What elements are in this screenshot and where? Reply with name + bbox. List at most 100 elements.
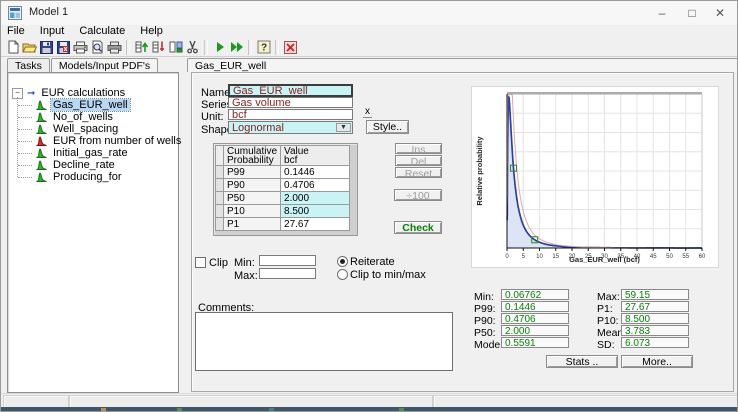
row-selector[interactable] bbox=[216, 218, 224, 231]
row-selector[interactable] bbox=[216, 179, 224, 192]
insert-row-red-icon[interactable] bbox=[150, 39, 167, 56]
row-selector[interactable] bbox=[216, 166, 224, 179]
open-icon[interactable] bbox=[21, 39, 38, 56]
reset-button[interactable]: Reset bbox=[395, 167, 442, 178]
toolbar: ? bbox=[1, 38, 737, 57]
p50-value: 2.000 bbox=[501, 325, 569, 336]
tree-item-no-of-wells[interactable]: No_of_wells bbox=[22, 111, 178, 123]
tree-item-label: EUR from number of wells bbox=[51, 135, 183, 147]
row-selector[interactable] bbox=[216, 192, 224, 205]
tree-item-label: Gas_EUR_well bbox=[51, 99, 130, 111]
run-icon[interactable] bbox=[211, 39, 228, 56]
value-cell[interactable]: 2.000 bbox=[281, 192, 350, 205]
mode-label: Mode: bbox=[474, 339, 503, 351]
maximize-button[interactable]: □ bbox=[677, 1, 707, 25]
tab-tasks[interactable]: Tasks bbox=[7, 58, 50, 72]
table-row: P99 0.1446 bbox=[216, 166, 350, 179]
x-axis-button[interactable]: x bbox=[363, 106, 372, 118]
close-button[interactable]: ✕ bbox=[705, 1, 735, 25]
tab-gas-eur-well[interactable]: Gas_EUR_well bbox=[187, 58, 738, 72]
p99-value: 0.1446 bbox=[501, 301, 569, 312]
ins-button[interactable]: Ins bbox=[395, 143, 442, 154]
clip-min-label: Min: bbox=[234, 257, 255, 269]
chevron-down-icon[interactable]: ▼ bbox=[336, 123, 351, 132]
tree-item-decline-rate[interactable]: Decline_rate bbox=[22, 159, 178, 171]
del-button[interactable]: Del bbox=[395, 155, 442, 166]
value-cell[interactable]: 8.500 bbox=[281, 205, 350, 218]
menu-help[interactable]: Help bbox=[134, 25, 169, 38]
value-cell[interactable]: 0.1446 bbox=[281, 166, 350, 179]
value-header: Valuebcf bbox=[281, 146, 350, 166]
tree-item-producing-for[interactable]: Producing_for bbox=[22, 171, 178, 183]
tree-item-label: No_of_wells bbox=[51, 111, 115, 123]
tree-item-label: Initial_gas_rate bbox=[51, 147, 130, 159]
help-icon[interactable]: ? bbox=[255, 39, 272, 56]
new-icon[interactable] bbox=[4, 39, 21, 56]
minimize-button[interactable]: – bbox=[647, 1, 677, 25]
clip-to-minmax-label: Clip to min/max bbox=[350, 269, 426, 281]
paste-column-icon[interactable] bbox=[167, 39, 184, 56]
app-window: Model 1 – □ ✕ File Input Calculate Help … bbox=[0, 0, 738, 412]
more-button[interactable]: More.. bbox=[621, 355, 693, 368]
stats-button[interactable]: Stats .. bbox=[546, 355, 618, 368]
pdf-curve-plot[interactable]: 051015202530354045505560Gas_EUR_well (bc… bbox=[472, 87, 718, 267]
p90-value: 0.4706 bbox=[501, 313, 569, 324]
value-cell[interactable]: 27.67 bbox=[281, 218, 350, 231]
title-bar: Model 1 – □ ✕ bbox=[1, 1, 737, 26]
green-pdf-icon bbox=[36, 100, 47, 110]
tree-root-row[interactable]: − ➞ EUR calculations bbox=[8, 87, 178, 99]
menu-calculate[interactable]: Calculate bbox=[73, 25, 131, 38]
p10-label: P10: bbox=[597, 315, 619, 327]
print-preview-icon[interactable] bbox=[89, 39, 106, 56]
menu-file[interactable]: File bbox=[1, 25, 31, 38]
clip-min-input[interactable] bbox=[259, 255, 316, 266]
tree-item-eur-from-number-of-wells[interactable]: EUR from number of wells bbox=[22, 135, 178, 147]
value-cell[interactable]: 0.4706 bbox=[281, 179, 350, 192]
tree-item-well-spacing[interactable]: Well_spacing bbox=[22, 123, 178, 135]
divide-100-button[interactable]: ÷100 bbox=[394, 189, 442, 201]
p90-label: P90: bbox=[474, 315, 496, 327]
insert-row-green-icon[interactable] bbox=[133, 39, 150, 56]
menu-input[interactable]: Input bbox=[34, 25, 70, 38]
tree-item-initial-gas-rate[interactable]: Initial_gas_rate bbox=[22, 147, 178, 159]
percentile-table: CumulativeProbability Valuebcf P99 0.144… bbox=[215, 145, 350, 231]
p99-label: P99: bbox=[474, 303, 496, 315]
tree-item-gas-eur-well[interactable]: Gas_EUR_well bbox=[22, 99, 178, 111]
print-icon[interactable] bbox=[72, 39, 89, 56]
calculation-arrow-icon: ➞ bbox=[27, 88, 35, 99]
clip-max-input[interactable] bbox=[259, 268, 316, 279]
reiterate-radio[interactable] bbox=[337, 256, 348, 267]
p10-value: 8.500 bbox=[621, 313, 689, 324]
unit-label: Unit: bbox=[201, 111, 224, 123]
percentile-cell: P10 bbox=[224, 205, 281, 218]
unit-input[interactable] bbox=[228, 109, 353, 120]
table-header-row: CumulativeProbability Valuebcf bbox=[216, 146, 350, 166]
name-input[interactable] bbox=[228, 84, 353, 97]
taskbar-icon bbox=[269, 408, 274, 412]
delete-icon[interactable] bbox=[282, 39, 299, 56]
save-model-icon[interactable] bbox=[55, 39, 72, 56]
save-icon[interactable] bbox=[38, 39, 55, 56]
table-row: P50 2.000 bbox=[216, 192, 350, 205]
taskbar-icon bbox=[101, 408, 106, 412]
shape-dropdown[interactable]: Lognormal ▼ bbox=[228, 121, 353, 134]
comments-textarea[interactable] bbox=[195, 312, 453, 371]
clip-checkbox[interactable] bbox=[195, 257, 206, 268]
clip-to-minmax-radio[interactable] bbox=[337, 269, 348, 280]
tab-models-input-pdfs[interactable]: Models/Input PDF's bbox=[51, 58, 158, 72]
green-pdf-icon bbox=[36, 124, 47, 134]
p1-value: 27.67 bbox=[621, 301, 689, 312]
svg-text:5: 5 bbox=[522, 254, 526, 260]
check-button[interactable]: Check bbox=[394, 221, 442, 234]
cumulative-probability-header: CumulativeProbability bbox=[224, 146, 281, 166]
percentile-cell: P90 bbox=[224, 179, 281, 192]
min-value: 0.06762 bbox=[501, 289, 569, 300]
run-all-icon[interactable] bbox=[228, 39, 245, 56]
series-input[interactable] bbox=[228, 97, 353, 108]
svg-text:50: 50 bbox=[666, 254, 673, 260]
distribution-chart[interactable]: 051015202530354045505560Gas_EUR_well (bc… bbox=[471, 86, 719, 268]
row-selector[interactable] bbox=[216, 205, 224, 218]
cut-icon[interactable] bbox=[184, 39, 201, 56]
print-setup-icon[interactable] bbox=[106, 39, 123, 56]
style-button[interactable]: Style.. bbox=[366, 120, 409, 134]
